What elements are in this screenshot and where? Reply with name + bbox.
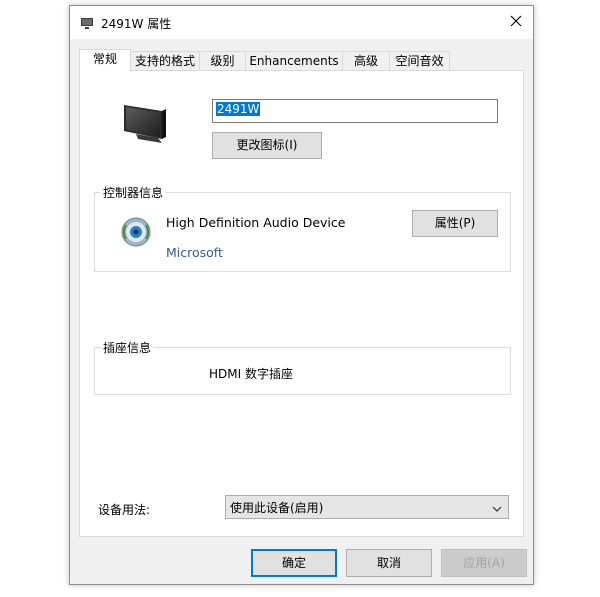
apply-button[interactable]: 应用(A): [441, 549, 527, 577]
controller-device-name: High Definition Audio Device: [166, 215, 346, 230]
controller-info-group: 控制器信息 High Definition Audio Device Micro…: [94, 184, 511, 272]
monitor-icon: [122, 101, 170, 148]
title-bar[interactable]: 2491W 属性: [70, 6, 533, 39]
jack-info-value: HDMI 数字插座: [209, 367, 293, 381]
cancel-button[interactable]: 取消: [346, 549, 432, 577]
tab-general[interactable]: 常规: [79, 49, 131, 72]
window-title: 2491W 属性: [101, 17, 172, 31]
chevron-down-icon: [492, 502, 502, 516]
audio-device-icon: [119, 215, 153, 252]
properties-dialog: 2491W 属性 常规 支持的格式 级别 Enhancements 高级 空间音…: [69, 5, 534, 585]
change-icon-button[interactable]: 更改图标(I): [212, 132, 322, 159]
close-button[interactable]: [499, 6, 533, 38]
tab-enhancements[interactable]: Enhancements: [245, 51, 343, 71]
device-usage-value: 使用此设备(启用): [230, 501, 324, 515]
close-icon: [510, 15, 522, 30]
general-tab-panel: 2491W 更改图标(I) 控制器信息 High Definition Audi…: [79, 70, 524, 537]
device-name-value: 2491W: [216, 102, 261, 116]
controller-info-label: 控制器信息: [101, 184, 166, 201]
jack-info-label: 插座信息: [101, 339, 154, 356]
tab-levels[interactable]: 级别: [199, 51, 246, 71]
tab-supported-formats[interactable]: 支持的格式: [130, 51, 200, 71]
device-name-input[interactable]: 2491W: [212, 99, 498, 123]
tab-advanced[interactable]: 高级: [342, 51, 390, 71]
device-usage-label: 设备用法:: [98, 503, 151, 517]
controller-manufacturer: Microsoft: [166, 245, 223, 260]
jack-info-group: 插座信息 HDMI 数字插座: [94, 339, 511, 395]
tab-spatial-sound[interactable]: 空间音效: [389, 51, 450, 71]
controller-properties-button[interactable]: 属性(P): [412, 210, 498, 237]
device-usage-select[interactable]: 使用此设备(启用): [225, 495, 509, 519]
ok-button[interactable]: 确定: [251, 549, 337, 577]
speaker-monitor-icon: [80, 16, 94, 30]
